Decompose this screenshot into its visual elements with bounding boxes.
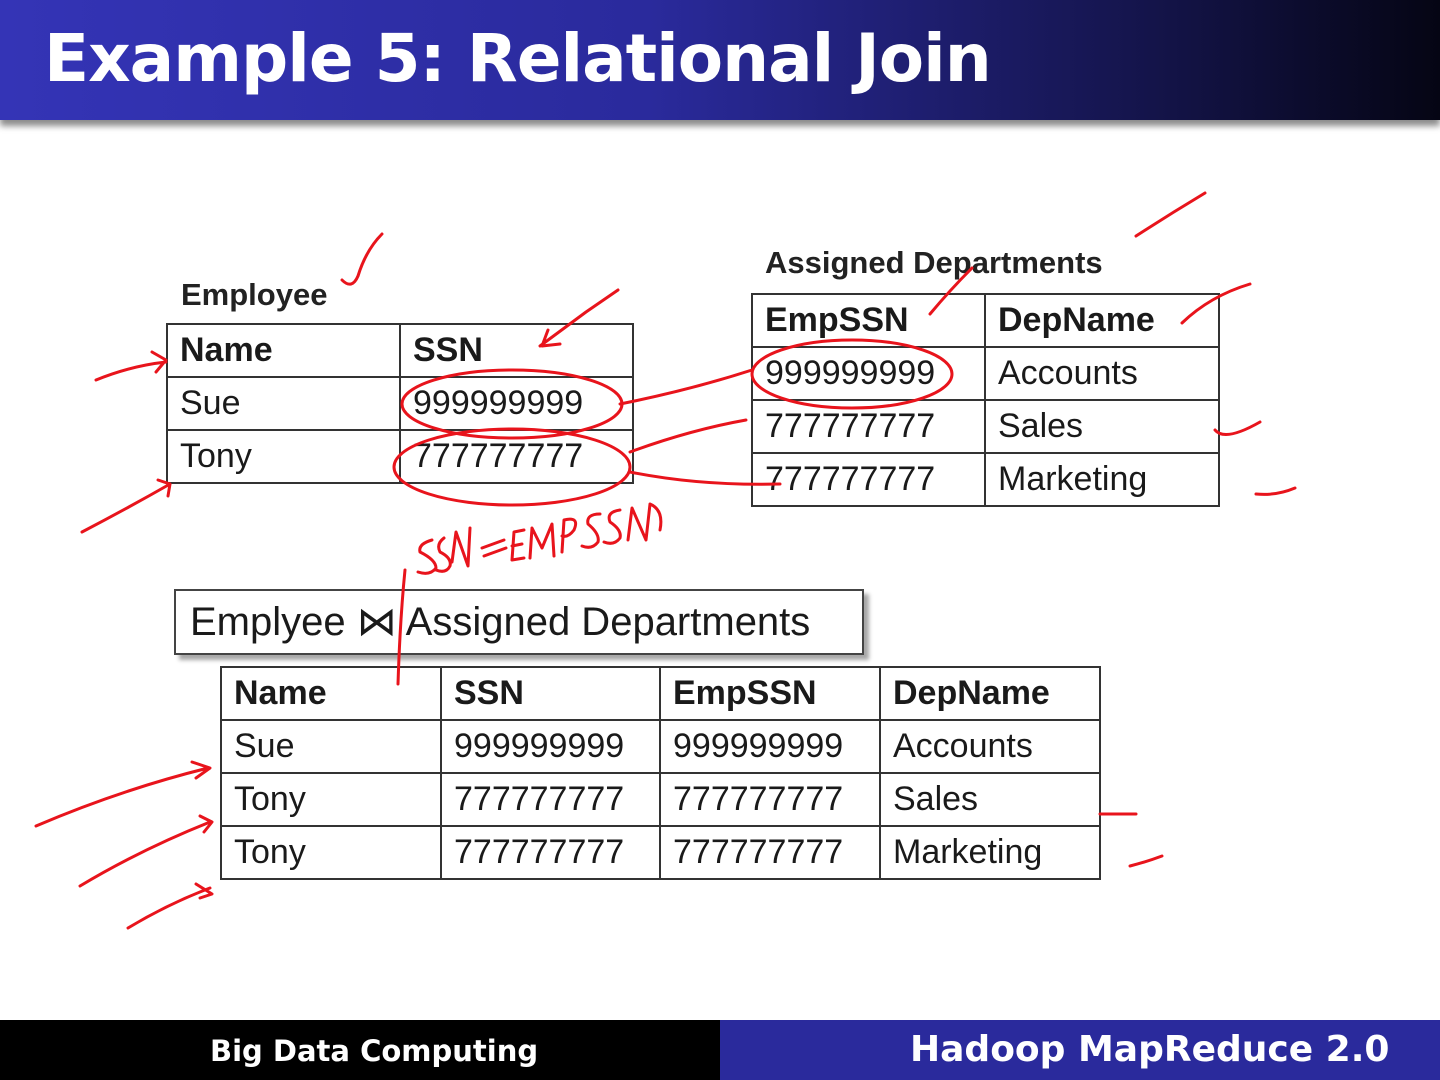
- tick-mark-top-right: [1134, 191, 1207, 238]
- footer-topic: Hadoop MapReduce 2.0: [910, 1029, 1390, 1070]
- arrow-tony-row: [80, 478, 172, 534]
- arrow-tony-marketing-row: [126, 882, 214, 930]
- employee-table: Name SSN Sue 999999999 Tony 777777777: [166, 323, 634, 484]
- table-cell: Accounts: [879, 719, 1101, 774]
- tick-mark-join-marketing: [1128, 854, 1164, 868]
- column-header-ssn: SSN: [399, 323, 634, 378]
- table-cell: Accounts: [984, 346, 1220, 401]
- arrow-tony-sales-row: [78, 814, 214, 888]
- footer-course-name: Big Data Computing: [210, 1034, 539, 1068]
- footer-right: Hadoop MapReduce 2.0: [720, 1020, 1440, 1080]
- slide-title: Example 5: Relational Join: [44, 20, 992, 97]
- table-row: 777777777 Marketing: [751, 452, 1220, 507]
- table-cell: 777777777: [659, 825, 881, 880]
- link-line-999: [618, 368, 754, 406]
- table-row: Sue 999999999 999999999 Accounts: [220, 719, 1101, 774]
- arrow-sue-row: [34, 760, 212, 828]
- join-result-table: Name SSN EmpSSN DepName Sue 999999999 99…: [220, 666, 1101, 880]
- column-header-ssn: SSN: [440, 666, 661, 721]
- link-line-777-sales: [628, 418, 748, 454]
- table-cell: 777777777: [399, 429, 634, 484]
- table-row: Tony 777777777 777777777 Sales: [220, 772, 1101, 827]
- table-cell: Sue: [166, 376, 401, 431]
- assigned-departments-table: EmpSSN DepName 999999999 Accounts 777777…: [751, 293, 1220, 507]
- table-cell: 999999999: [751, 346, 986, 401]
- table-cell: Sales: [879, 772, 1101, 827]
- table-cell: 999999999: [440, 719, 661, 774]
- table-cell: Tony: [166, 429, 401, 484]
- table-cell: 999999999: [659, 719, 881, 774]
- table-row: 999999999 Accounts: [751, 346, 1220, 401]
- table-cell: 999999999: [399, 376, 634, 431]
- table-header-row: Name SSN EmpSSN DepName: [220, 666, 1101, 721]
- table-cell: 777777777: [751, 399, 986, 454]
- handwritten-annotations: [34, 191, 1297, 930]
- column-header-depname: DepName: [984, 293, 1220, 348]
- column-header-empssn: EmpSSN: [659, 666, 881, 721]
- table-cell: Sue: [220, 719, 442, 774]
- table-cell: Marketing: [879, 825, 1101, 880]
- column-header-name: Name: [166, 323, 401, 378]
- checkmark-employee: [340, 232, 384, 286]
- column-header-empssn: EmpSSN: [751, 293, 986, 348]
- table-cell: Tony: [220, 772, 442, 827]
- tick-mark-sales: [1213, 420, 1262, 436]
- column-header-depname: DepName: [879, 666, 1101, 721]
- table-row: Tony 777777777: [166, 429, 634, 484]
- table-cell: 777777777: [659, 772, 881, 827]
- table-row: 777777777 Sales: [751, 399, 1220, 454]
- column-header-name: Name: [220, 666, 442, 721]
- table-cell: 777777777: [440, 772, 661, 827]
- slide: Example 5: Relational Join Employee Name…: [0, 0, 1440, 1080]
- table-header-row: EmpSSN DepName: [751, 293, 1220, 348]
- table-row: Tony 777777777 777777777 Marketing: [220, 825, 1101, 880]
- handwritten-ssn-equals-empssn: [416, 502, 663, 575]
- table-cell: 777777777: [751, 452, 986, 507]
- table-row: Sue 999999999: [166, 376, 634, 431]
- table-cell: 777777777: [440, 825, 661, 880]
- tick-mark-marketing: [1254, 486, 1297, 496]
- footer-left: Big Data Computing: [0, 1020, 720, 1080]
- table-header-row: Name SSN: [166, 323, 634, 378]
- table-cell: Sales: [984, 399, 1220, 454]
- employee-caption: Employee: [181, 277, 328, 312]
- arrow-name-row: [94, 350, 168, 382]
- assigned-departments-caption: Assigned Departments: [765, 245, 1103, 280]
- table-cell: Marketing: [984, 452, 1220, 507]
- table-cell: Tony: [220, 825, 442, 880]
- join-expression-label: Emplyee ⋈ Assigned Departments: [174, 589, 864, 655]
- title-bar: Example 5: Relational Join: [0, 0, 1440, 120]
